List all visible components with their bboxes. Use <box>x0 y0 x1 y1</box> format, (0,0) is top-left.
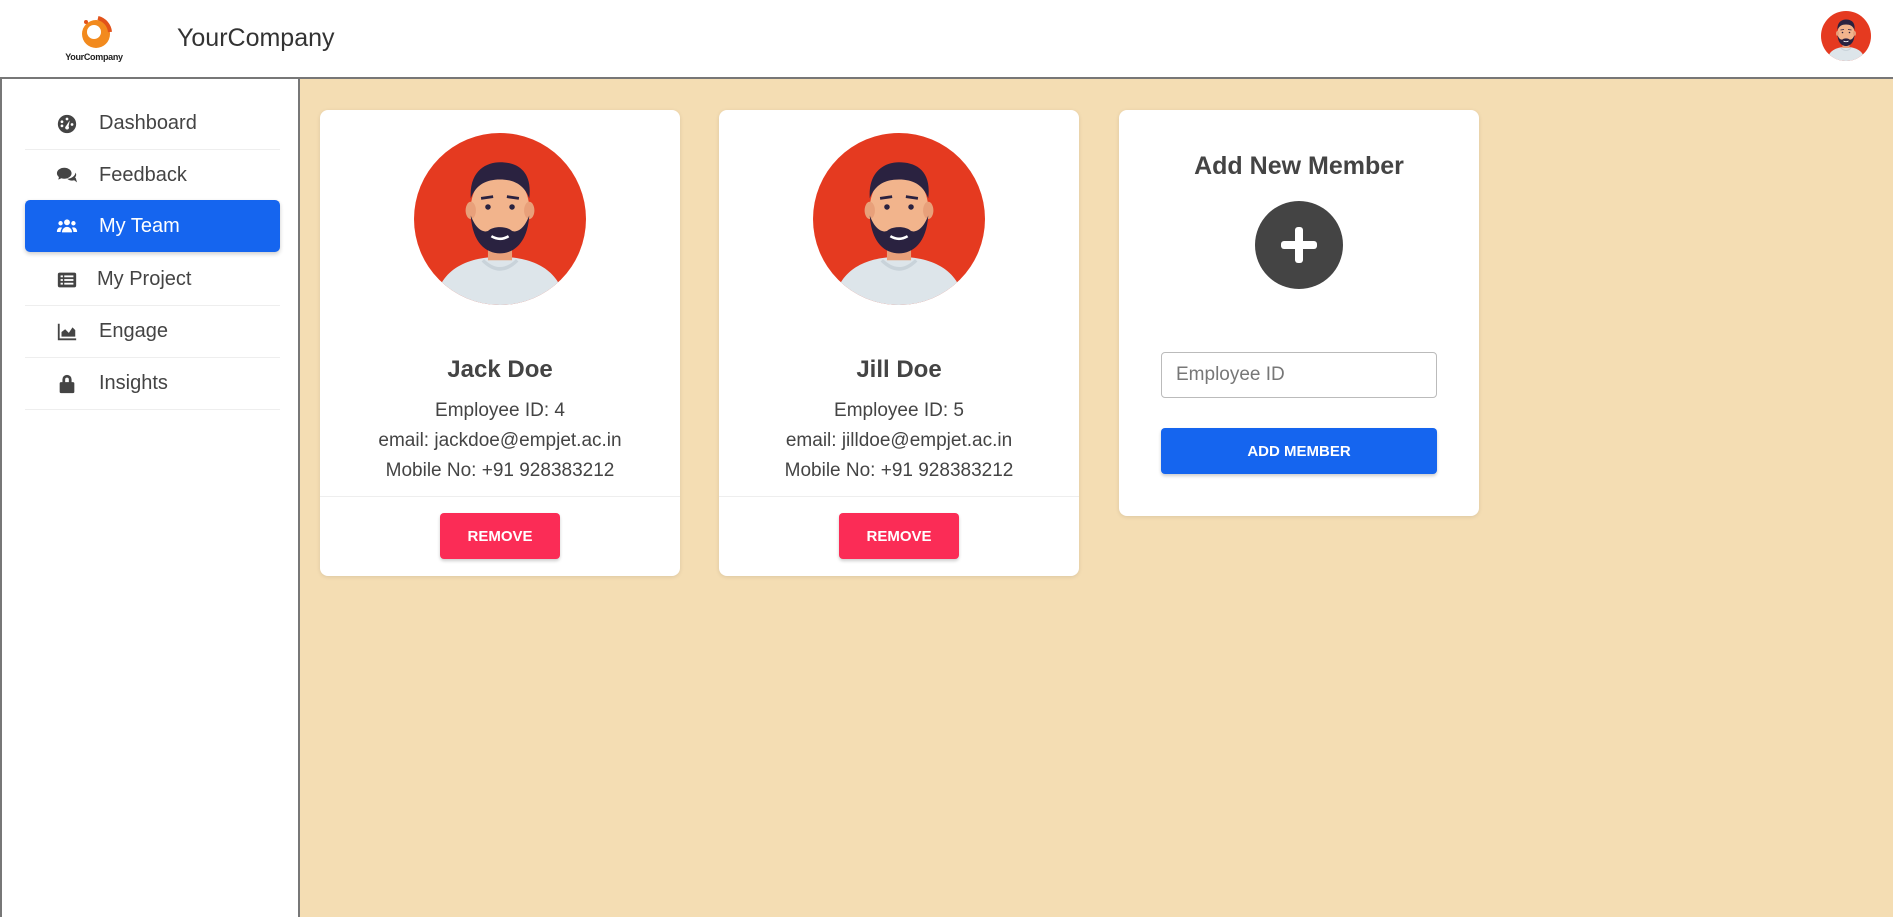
logo-text: YourCompany <box>65 52 123 62</box>
member-avatar <box>813 133 985 305</box>
area-chart-icon <box>55 320 79 344</box>
member-employee-id: Employee ID: 5 <box>834 400 964 421</box>
member-email: email: jilldoe@empjet.ac.in <box>785 430 1013 451</box>
sidebar-item-label: Insights <box>99 372 168 394</box>
list-icon <box>55 268 79 292</box>
member-employee-id: Employee ID: 4 <box>435 400 565 421</box>
add-member-plus-button[interactable] <box>1255 201 1343 289</box>
company-logo[interactable]: YourCompany <box>58 14 130 66</box>
sidebar-item-my-project[interactable]: My Project <box>25 254 280 306</box>
remove-button[interactable]: REMOVE <box>440 513 560 559</box>
add-member-button[interactable]: ADD MEMBER <box>1161 428 1437 474</box>
logo-mark-icon <box>82 16 112 48</box>
sidebar-item-my-team[interactable]: My Team <box>25 200 280 252</box>
sidebar-item-engage[interactable]: Engage <box>25 306 280 358</box>
users-icon <box>55 214 79 238</box>
comments-icon <box>55 164 79 188</box>
user-avatar[interactable] <box>1821 11 1871 61</box>
member-mobile: Mobile No: +91 928383212 <box>784 460 1014 481</box>
member-email: email: jackdoe@empjet.ac.in <box>378 430 622 451</box>
member-card: Jill Doe Employee ID: 5 email: jilldoe@e… <box>719 110 1079 576</box>
dashboard-gauge-icon <box>55 112 79 136</box>
sidebar-item-label: My Team <box>99 214 180 237</box>
sidebar-item-label: Engage <box>99 320 168 342</box>
add-member-card: Add New Member ADD MEMBER <box>1119 110 1479 516</box>
sidebar-item-label: Dashboard <box>99 112 197 134</box>
brand-name: YourCompany <box>177 24 335 52</box>
add-member-title: Add New Member <box>1194 152 1404 180</box>
lock-icon <box>55 372 79 396</box>
sidebar-item-label: Feedback <box>99 164 187 186</box>
member-name: Jack Doe <box>447 356 553 383</box>
sidebar-item-insights[interactable]: Insights <box>25 358 280 410</box>
top-bar: YourCompany YourCompany <box>0 0 1893 79</box>
sidebar-item-label: My Project <box>97 268 192 290</box>
member-avatar <box>414 133 586 305</box>
plus-icon <box>1281 227 1317 263</box>
remove-button[interactable]: REMOVE <box>839 513 959 559</box>
card-divider <box>719 496 1079 497</box>
member-name: Jill Doe <box>856 356 942 383</box>
member-mobile: Mobile No: +91 928383212 <box>385 460 615 481</box>
sidebar-item-dashboard[interactable]: Dashboard <box>25 98 280 150</box>
sidebar: Dashboard Feedback My Team My Project En… <box>0 79 300 917</box>
sidebar-item-feedback[interactable]: Feedback <box>25 150 280 202</box>
employee-id-input[interactable] <box>1161 352 1437 398</box>
card-divider <box>320 496 680 497</box>
member-card: Jack Doe Employee ID: 4 email: jackdoe@e… <box>320 110 680 576</box>
